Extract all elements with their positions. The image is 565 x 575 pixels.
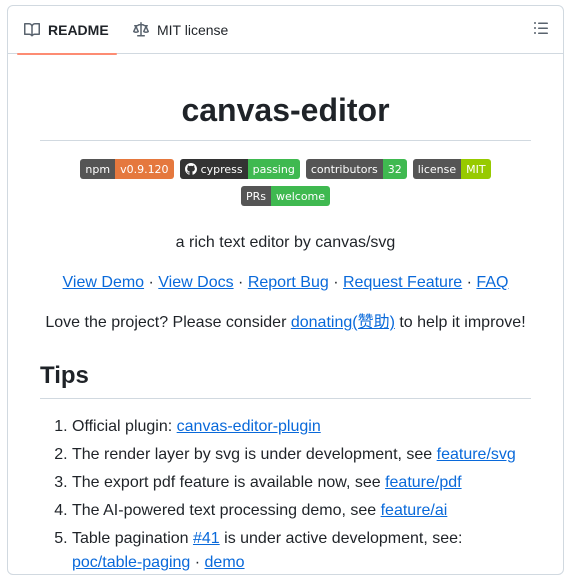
book-icon	[24, 22, 40, 38]
badge-value: v0.9.120	[115, 159, 174, 179]
list-item: The render layer by svg is under develop…	[72, 443, 531, 467]
link-separator: ·	[148, 274, 154, 291]
list-item: Official plugin: canvas-editor-plugin	[72, 415, 531, 439]
link-separator: ·	[238, 274, 244, 291]
svg-feature-link[interactable]: feature/svg	[437, 446, 516, 463]
tip-text: Official plugin:	[72, 418, 177, 435]
list-item: The export pdf feature is available now,…	[72, 471, 531, 495]
badge-value: passing	[247, 159, 300, 179]
readme-content: canvas-editor npm v0.9.120 cypress passi…	[40, 54, 531, 574]
donate-before: Love the project? Please consider	[45, 314, 291, 331]
link-separator: ·	[190, 554, 205, 571]
request-feature-link[interactable]: Request Feature	[343, 274, 462, 291]
tips-divider	[40, 398, 531, 399]
tip-text: The render layer by svg is under develop…	[72, 446, 437, 463]
donate-link[interactable]: donating(赞助)	[291, 314, 395, 331]
list-unordered-icon	[533, 20, 549, 41]
tab-readme-label: README	[48, 22, 109, 38]
badge-value: welcome	[270, 186, 331, 206]
nav-links: View Demo · View Docs · Report Bug · Req…	[40, 271, 531, 295]
badge-label: cypress	[200, 162, 243, 176]
table-paging-link[interactable]: poc/table-paging	[72, 554, 190, 571]
tip-text: The export pdf feature is available now,…	[72, 474, 386, 491]
tab-bar: README MIT license	[8, 6, 563, 55]
plugin-link[interactable]: canvas-editor-plugin	[177, 418, 321, 435]
badge-value: 32	[382, 159, 407, 179]
badge-label: PRs	[240, 186, 271, 206]
outline-button[interactable]	[531, 20, 551, 40]
prs-badge[interactable]: PRs welcome	[240, 186, 331, 206]
badge-label: npm	[80, 159, 116, 179]
ai-feature-link[interactable]: feature/ai	[381, 502, 448, 519]
demo-link[interactable]: demo	[205, 554, 245, 571]
list-item: Table pagination #41 is under active dev…	[72, 527, 531, 574]
page-title: canvas-editor	[181, 92, 390, 128]
tip-text: Table pagination	[72, 530, 193, 547]
scale-icon	[133, 22, 149, 38]
issue-41-link[interactable]: #41	[193, 530, 220, 547]
badge-label: contributors	[305, 159, 383, 179]
badge-value: MIT	[461, 159, 491, 179]
tab-license-label: MIT license	[157, 22, 229, 38]
tip-text: is under active development, see:	[219, 530, 463, 547]
cypress-badge[interactable]: cypress passing	[179, 159, 300, 179]
pdf-feature-link[interactable]: feature/pdf	[385, 474, 462, 491]
tab-license[interactable]: MIT license	[131, 6, 228, 54]
list-item: The AI-powered text processing demo, see…	[72, 499, 531, 523]
donate-text: Love the project? Please consider donati…	[40, 311, 531, 335]
tip-text: The AI-powered text processing demo, see	[72, 502, 381, 519]
tab-readme[interactable]: README	[17, 6, 117, 55]
npm-badge[interactable]: npm v0.9.120	[80, 159, 174, 179]
report-bug-link[interactable]: Report Bug	[248, 274, 329, 291]
github-icon	[184, 163, 197, 175]
link-separator: ·	[333, 274, 339, 291]
tips-heading: Tips	[40, 362, 89, 389]
badge-label: license	[412, 159, 462, 179]
badge-row: npm v0.9.120 cypress passing contributor…	[40, 156, 531, 210]
view-docs-link[interactable]: View Docs	[158, 274, 233, 291]
tips-list: Official plugin: canvas-editor-plugin Th…	[40, 415, 531, 574]
contributors-badge[interactable]: contributors 32	[305, 159, 407, 179]
readme-panel: README MIT license canvas-editor npm v0.…	[7, 5, 564, 575]
title-divider	[40, 140, 531, 141]
view-demo-link[interactable]: View Demo	[63, 274, 145, 291]
license-badge[interactable]: license MIT	[412, 159, 491, 179]
faq-link[interactable]: FAQ	[476, 274, 508, 291]
donate-after: to help it improve!	[394, 314, 526, 331]
link-separator: ·	[466, 274, 472, 291]
tagline: a rich text editor by canvas/svg	[175, 234, 396, 251]
badge-label-wrap: cypress	[179, 159, 248, 179]
